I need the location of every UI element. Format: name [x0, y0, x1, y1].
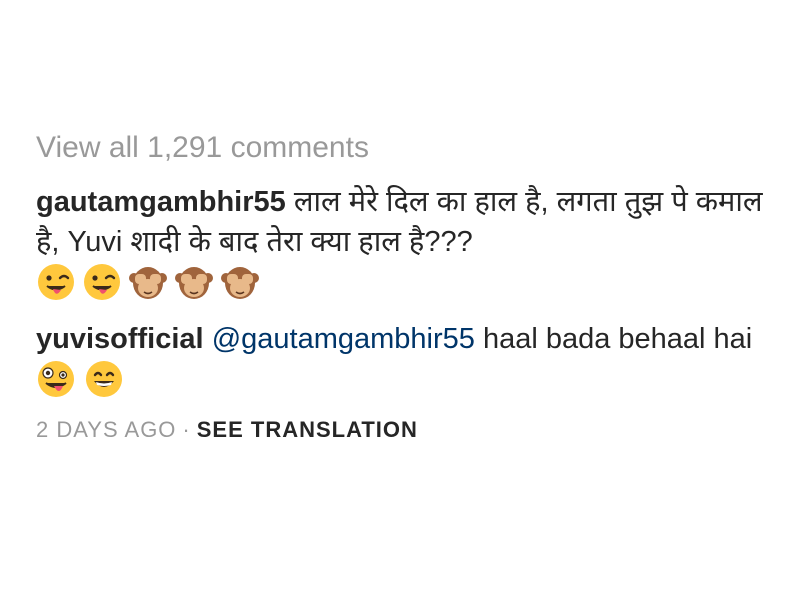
comment-text: haal bada behaal hai: [482, 323, 753, 355]
see-no-evil-monkey-icon: [221, 267, 259, 299]
zany-face-icon: [38, 361, 74, 397]
winking-tongue-face-icon: [84, 264, 120, 300]
timestamp: 2 DAYS AGO: [36, 417, 177, 442]
comments-section: View all 1,291 comments gautamgambhir55 …: [36, 128, 776, 446]
comment-username[interactable]: yuvisofficial: [36, 323, 204, 355]
comment-username[interactable]: gautamgambhir55: [36, 186, 286, 218]
comment-meta: 2 DAYS AGO · SEE TRANSLATION: [36, 414, 776, 446]
see-no-evil-monkey-icon: [129, 267, 167, 299]
meta-separator: ·: [182, 417, 191, 442]
see-no-evil-monkey-icon: [175, 267, 213, 299]
winking-tongue-face-icon: [38, 264, 74, 300]
mention-link[interactable]: @gautamgambhir55: [212, 323, 475, 355]
comment-2: yuvisofficial @gautamgambhir55 haal bada…: [36, 319, 776, 402]
grinning-face-icon: [86, 361, 123, 397]
emoji-row: [36, 262, 260, 302]
comment-1: gautamgambhir55 लाल मेरे दिल का हाल है, …: [36, 182, 776, 307]
see-translation-button[interactable]: SEE TRANSLATION: [197, 417, 418, 442]
view-all-comments-link[interactable]: View all 1,291 comments: [36, 128, 776, 168]
